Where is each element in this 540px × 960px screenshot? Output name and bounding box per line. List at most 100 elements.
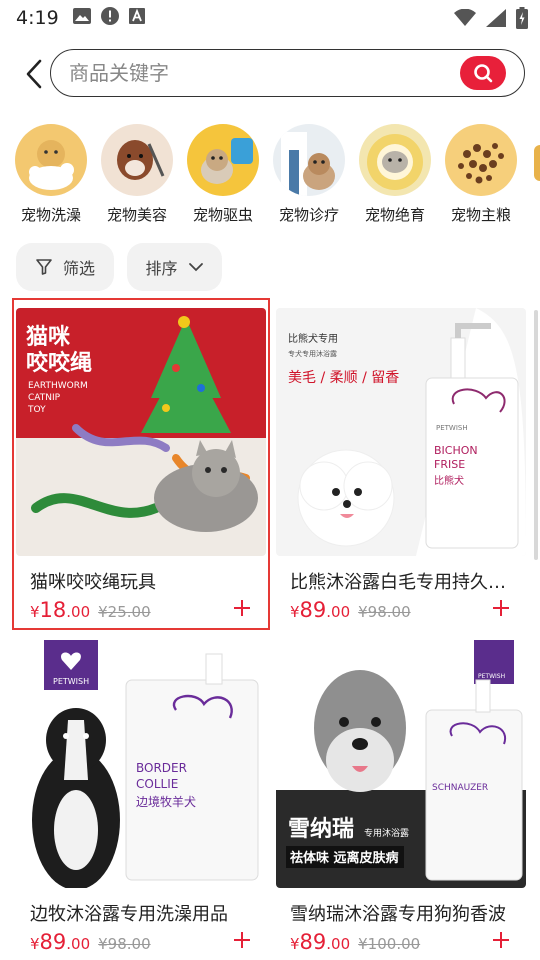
battery-icon <box>516 7 528 33</box>
original-price: ¥98.00 <box>358 603 411 621</box>
price-decimal: .00 <box>326 603 351 621</box>
category-label: 宠物洗澡 <box>20 206 81 224</box>
price-integer: 89 <box>39 930 67 954</box>
svg-text:FRISE: FRISE <box>434 458 465 471</box>
price-row: ¥89.00 ¥98.00 <box>290 598 411 622</box>
filter-label: 筛选 <box>62 259 95 278</box>
sort-label: 排序 <box>145 259 178 278</box>
category-label: 宠物美容 <box>106 206 167 224</box>
category-item-clinic[interactable]: 宠物诊疗 <box>266 124 352 225</box>
category-next-peek <box>534 145 540 181</box>
add-to-cart-button[interactable] <box>228 926 256 954</box>
price-row: ¥89.00 ¥100.00 <box>290 930 420 954</box>
product-image-collie-shampoo: PETWISH BORDER COLLIE 边境牧羊犬 <box>16 640 266 888</box>
category-label: 宠物绝育 <box>364 206 425 224</box>
price-integer: 18 <box>39 598 67 622</box>
svg-text:美毛 / 柔顺 / 留香: 美毛 / 柔顺 / 留香 <box>288 370 399 386</box>
scrollbar[interactable] <box>534 310 538 560</box>
category-label: 宠物诊疗 <box>278 206 339 224</box>
plus-icon <box>493 600 509 616</box>
svg-text:EARTHWORM: EARTHWORM <box>28 381 88 391</box>
filter-button[interactable]: 筛选 <box>16 243 114 291</box>
category-item-deworm[interactable]: 宠物驱虫 <box>180 124 266 225</box>
currency-symbol: ¥ <box>290 935 300 953</box>
price-row: ¥89.00 ¥98.00 <box>30 930 151 954</box>
product-card[interactable]: PETWISH BORDER COLLIE 边境牧羊犬 边牧沐浴露专用洗澡用品 … <box>14 634 268 960</box>
svg-text:比熊犬专用: 比熊犬专用 <box>288 332 338 345</box>
category-image-bath <box>15 124 87 196</box>
svg-text:BORDER: BORDER <box>136 761 187 775</box>
category-item-grooming[interactable]: 宠物美容 <box>94 124 180 225</box>
add-to-cart-button[interactable] <box>228 594 256 622</box>
search-bar[interactable] <box>50 49 525 97</box>
category-image-clinic <box>273 124 345 196</box>
original-price: ¥98.00 <box>98 935 151 953</box>
svg-text:专犬专用沐浴露: 专犬专用沐浴露 <box>288 349 337 358</box>
currency-symbol: ¥ <box>30 603 40 621</box>
status-icons <box>454 7 528 33</box>
svg-text:SCHNAUZER: SCHNAUZER <box>432 783 488 793</box>
search-icon <box>474 64 493 83</box>
category-row: 宠物洗澡 宠物美容 宠物驱虫 宠物诊疗 宠物绝育 宠物主粮 <box>0 124 540 234</box>
alert-notification-icon <box>100 7 119 29</box>
price-integer: 89 <box>299 598 327 622</box>
image-notification-icon <box>72 8 91 28</box>
svg-text:边境牧羊犬: 边境牧羊犬 <box>136 794 196 809</box>
price-decimal: .00 <box>326 935 351 953</box>
svg-text:PETWISH: PETWISH <box>436 424 468 432</box>
product-image-cat-toy: 猫咪 咬咬绳 EARTHWORM CATNIP TOY <box>16 308 266 556</box>
product-card[interactable]: PETWISH SCHNAUZER 雪纳瑞 专用沐浴露 祛体味 远离皮肤病 雪纳… <box>274 634 528 960</box>
svg-text:BICHON: BICHON <box>434 444 478 457</box>
currency-symbol: ¥ <box>290 603 300 621</box>
category-label: 宠物主粮 <box>450 206 511 224</box>
svg-text:祛体味 远离皮肤病: 祛体味 远离皮肤病 <box>290 850 399 866</box>
product-title: 边牧沐浴露专用洗澡用品 <box>30 904 228 925</box>
product-card[interactable]: PETWISH BICHON FRISE 比熊犬 比熊犬专用 专犬专用沐浴露 美… <box>274 300 528 628</box>
currency-symbol: ¥ <box>30 935 40 953</box>
svg-text:专用沐浴露: 专用沐浴露 <box>364 827 409 839</box>
svg-text:比熊犬: 比熊犬 <box>434 474 464 487</box>
svg-text:PETWISH: PETWISH <box>53 677 89 686</box>
status-time: 4:19 <box>16 7 59 29</box>
font-notification-icon <box>128 8 145 28</box>
search-input[interactable] <box>69 61 439 85</box>
price-decimal: .00 <box>66 603 91 621</box>
status-bar: 4:19 <box>0 0 540 36</box>
category-image-grooming <box>101 124 173 196</box>
product-image-bichon-shampoo: PETWISH BICHON FRISE 比熊犬 比熊犬专用 专犬专用沐浴露 美… <box>276 308 526 556</box>
header <box>0 46 540 102</box>
product-title: 比熊沐浴露白毛专用持久留香 <box>290 572 510 593</box>
product-title: 雪纳瑞沐浴露专用狗狗香波 <box>290 904 506 925</box>
add-to-cart-button[interactable] <box>487 926 515 954</box>
plus-icon <box>234 600 250 616</box>
category-item-bath[interactable]: 宠物洗澡 <box>8 124 94 225</box>
signal-icon <box>486 9 506 31</box>
category-item-food[interactable]: 宠物主粮 <box>438 124 524 225</box>
original-price: ¥100.00 <box>358 935 421 953</box>
plus-icon <box>234 932 250 948</box>
price-row: ¥18.00 ¥25.00 <box>30 598 151 622</box>
original-price: ¥25.00 <box>98 603 151 621</box>
chevron-down-icon <box>188 263 203 272</box>
price-decimal: .00 <box>66 935 91 953</box>
funnel-icon <box>36 259 52 275</box>
svg-text:雪纳瑞: 雪纳瑞 <box>288 816 354 842</box>
svg-text:CATNIP: CATNIP <box>28 393 61 403</box>
category-image-deworm <box>187 124 259 196</box>
search-button[interactable] <box>460 56 506 90</box>
sort-button[interactable]: 排序 <box>127 243 222 291</box>
add-to-cart-button[interactable] <box>487 594 515 622</box>
product-card[interactable]: 猫咪 咬咬绳 EARTHWORM CATNIP TOY 猫咪咬咬绳玩具 ¥18.… <box>12 298 270 630</box>
back-button[interactable] <box>18 56 50 92</box>
svg-text:咬咬绳: 咬咬绳 <box>26 350 92 376</box>
svg-text:COLLIE: COLLIE <box>136 777 178 791</box>
chevron-left-icon <box>26 59 42 89</box>
price-integer: 89 <box>299 930 327 954</box>
category-item-neuter[interactable]: 宠物绝育 <box>352 124 438 225</box>
svg-text:TOY: TOY <box>27 405 46 415</box>
product-title: 猫咪咬咬绳玩具 <box>30 572 156 593</box>
product-image-schnauzer-shampoo: PETWISH SCHNAUZER 雪纳瑞 专用沐浴露 祛体味 远离皮肤病 <box>276 640 526 888</box>
svg-text:PETWISH: PETWISH <box>478 673 505 680</box>
svg-text:猫咪: 猫咪 <box>26 325 71 350</box>
category-image-neuter <box>359 124 431 196</box>
